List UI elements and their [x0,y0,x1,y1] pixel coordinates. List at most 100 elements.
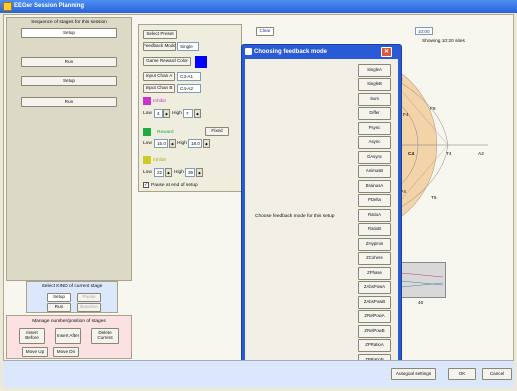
showing-text: Showing 10:20 sites [422,39,465,44]
mode-pdelta-button[interactable]: PDelta [358,194,391,207]
kind-setup-button[interactable]: Setup [47,293,71,302]
reward-color-indicator [143,128,151,136]
feedback-mode-button[interactable]: Feedback Mode [143,42,176,51]
reward-low-spinner[interactable]: ◆ [169,139,176,148]
inhibit1-low-field[interactable]: 4 [154,109,163,118]
inhibit2-low-label: Low [143,170,152,175]
ok-button[interactable]: OK [448,368,476,380]
kind-run-button[interactable]: Run [47,303,71,312]
mode-single-b-button[interactable]: SingleB [358,78,391,91]
move-down-button[interactable]: Move Dn [53,347,79,357]
reward-low-label: Low [143,141,152,146]
inhibit1-high-field[interactable]: 7 [183,109,193,118]
mode-zphase-button[interactable]: ZPhase [358,267,391,280]
mode-animus-b-button[interactable]: AnimusB [358,165,391,178]
dialog-close-button[interactable]: ✕ [381,47,392,57]
dialog-body: Choose feedback mode for this setup Sing… [245,59,398,369]
mode-zrelpow-a-button[interactable]: ZRelPowA [358,310,391,323]
reward-low-field[interactable]: 15.0 [154,139,168,148]
input-chan-a-field[interactable]: C3-A1 [177,72,201,81]
mode-zhypmin-button[interactable]: ZHypmin [358,238,391,251]
mode-zcohere-button[interactable]: ZCohere [358,252,391,265]
reward-high-field[interactable]: 18.0 [188,139,202,148]
feedback-mode-dialog: Choosing feedback mode ✕ Choose feedback… [241,44,402,372]
site-label-a2: A2 [478,152,484,157]
inhibit1-low-label: Low [143,111,152,116]
mode-psync-button[interactable]: Psync [358,122,391,135]
reward-high-spinner[interactable]: ◆ [203,139,210,148]
clear-button[interactable]: Clear [256,27,274,36]
game-reward-color-button[interactable]: Game Reward Color [143,57,191,66]
feedback-mode-field[interactable]: Single [177,42,199,51]
input-chan-a-button[interactable]: Input Chan A [143,72,175,81]
inhibit2-high-field[interactable]: 36 [185,168,195,177]
inhibit2-label: Inhibit [153,158,166,163]
kind-header: Select KIND of current stage [41,284,103,289]
dialog-prompt: Choose feedback mode for this setup [255,214,335,219]
delete-current-button[interactable]: Delete Current [91,328,119,344]
stage-2-button[interactable]: Run [21,57,117,67]
inhibit1-color-swatch [143,97,151,105]
dialog-titlebar: Choosing feedback mode [242,45,401,59]
inhibit1-high-label: High [172,111,182,116]
mode-zabspow-b-button[interactable]: ZAbsPowB [358,296,391,309]
kind-panel: Select KIND of current stage Setup Pause… [26,281,118,313]
inhibit2-low-spinner[interactable]: ◆ [165,168,172,177]
site-label-c4: C4 [408,152,415,157]
inhibit2-color-swatch [143,156,151,164]
stage-3-button[interactable]: Setup [21,76,117,86]
inhibit1-label: Inhibit [153,99,166,104]
manage-header: Manage number/position of stages [32,319,106,324]
mode-async-button[interactable]: Async [358,136,391,149]
reward-label: Reward [157,130,174,135]
sequence-panel: Sequence of stages for this session Setu… [6,17,132,281]
mode-sum-button[interactable]: Sum [358,93,391,106]
reward-mode-button[interactable]: Fixed [205,127,229,136]
cancel-button[interactable]: Cancel [482,368,512,380]
mode-differ-button[interactable]: Differ [358,107,391,120]
pause-checkbox[interactable]: ✓ [143,182,149,188]
kind-pause-button[interactable]: Pause [77,293,101,302]
inhibit2-low-field[interactable]: 22 [154,168,164,177]
bottom-bar [3,360,514,388]
mode-ratio-b-button[interactable]: RatioB [358,223,391,236]
window-titlebar: EEGer Session Planning [0,0,517,13]
mode-gasync-button[interactable]: GAsync [358,151,391,164]
pause-checkbox-label: Pause at end of setup [151,183,198,188]
stage-4-button[interactable]: Run [21,97,117,107]
autogoal-settings-button[interactable]: Autogoal settings [391,368,436,380]
mode-zpratio-a-button[interactable]: ZPRatioA [358,339,391,352]
mini-plot-axis-label: 40 [418,301,424,306]
inhibit2-high-label: High [174,170,184,175]
dialog-icon [245,48,252,55]
mode-zrelpow-b-button[interactable]: ZRelPowB [358,325,391,338]
site-label-f4: F4 [403,113,409,118]
move-up-button[interactable]: Move Up [22,347,48,357]
reward-color-swatch[interactable] [195,56,207,68]
mode-single-a-button[interactable]: SingleA [358,64,391,77]
mode-ratio-a-button[interactable]: RatioA [358,209,391,222]
dialog-title: Choosing feedback mode [254,49,328,55]
input-chan-b-button[interactable]: Input Chan B [143,84,175,93]
select-preset-button[interactable]: Select Preset [143,30,177,39]
app-icon [3,2,12,11]
time-field[interactable]: 10:00 [415,27,433,35]
inhibit1-low-spinner[interactable]: ◆ [163,109,170,118]
site-label-t6: T6 [431,196,437,201]
stage-config-panel: Select Preset Feedback Mode Single Game … [138,24,242,192]
head-map [388,64,488,226]
site-label-t4: T4 [446,152,452,157]
stage-1-button[interactable]: Setup [21,28,117,38]
kind-baseline-button[interactable]: Baseline [77,303,101,312]
inhibit1-high-spinner[interactable]: ◆ [194,109,201,118]
insert-before-button[interactable]: Insert Before [19,328,45,344]
mode-brainus-a-button[interactable]: BrainusA [358,180,391,193]
inhibit2-high-spinner[interactable]: ◆ [196,168,203,177]
manage-panel: Manage number/position of stages Insert … [6,315,132,359]
sequence-header: Sequence of stages for this session [31,20,107,25]
input-chan-b-field[interactable]: C4-A2 [177,84,201,93]
mode-zabspow-a-button[interactable]: ZAbsPowA [358,281,391,294]
window-title: EEGer Session Planning [14,3,85,9]
reward-high-label: High [177,141,187,146]
insert-after-button[interactable]: Insert After [55,328,81,344]
